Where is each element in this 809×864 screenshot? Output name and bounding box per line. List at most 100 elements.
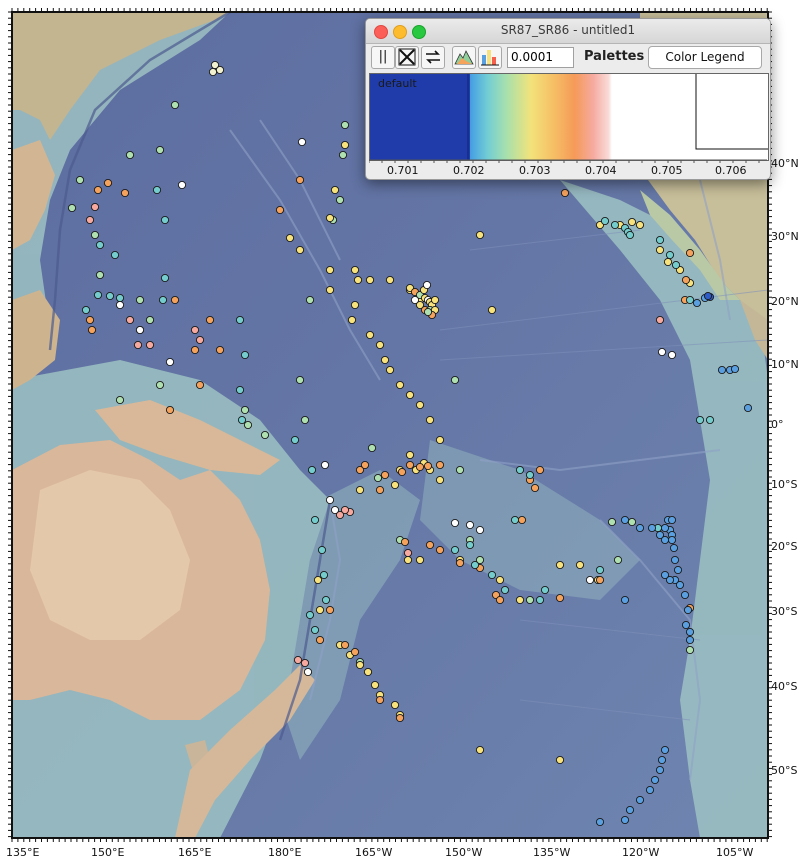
- sample-point[interactable]: [669, 543, 679, 553]
- sample-point[interactable]: [670, 555, 680, 565]
- sample-point[interactable]: [647, 523, 657, 533]
- sample-point[interactable]: [93, 290, 103, 300]
- sample-point[interactable]: [353, 275, 363, 285]
- sample-point[interactable]: [475, 525, 485, 535]
- sample-point[interactable]: [205, 315, 215, 325]
- sample-point[interactable]: [325, 265, 335, 275]
- sample-point[interactable]: [325, 213, 335, 223]
- sample-point[interactable]: [313, 575, 323, 585]
- color-legend-button[interactable]: Color Legend: [648, 46, 762, 69]
- sample-point[interactable]: [81, 305, 91, 315]
- sample-point[interactable]: [285, 233, 295, 243]
- sample-point[interactable]: [470, 560, 480, 570]
- sample-point[interactable]: [655, 765, 665, 775]
- sample-point[interactable]: [717, 365, 727, 375]
- sample-point[interactable]: [665, 250, 675, 260]
- sample-point[interactable]: [435, 545, 445, 555]
- sample-point[interactable]: [135, 295, 145, 305]
- sample-point[interactable]: [415, 462, 425, 472]
- sample-point[interactable]: [423, 307, 433, 317]
- sample-point[interactable]: [260, 430, 270, 440]
- sample-point[interactable]: [297, 137, 307, 147]
- sample-point[interactable]: [655, 315, 665, 325]
- sample-point[interactable]: [295, 175, 305, 185]
- sample-point[interactable]: [95, 270, 105, 280]
- sample-point[interactable]: [380, 470, 390, 480]
- sample-point[interactable]: [625, 230, 635, 240]
- sample-point[interactable]: [115, 293, 125, 303]
- sample-point[interactable]: [85, 315, 95, 325]
- sample-point[interactable]: [215, 345, 225, 355]
- sample-point[interactable]: [125, 150, 135, 160]
- sample-point[interactable]: [667, 535, 677, 545]
- sample-point[interactable]: [390, 480, 400, 490]
- range-value-input[interactable]: 0.0001: [507, 47, 574, 68]
- sample-point[interactable]: [350, 265, 360, 275]
- sample-point[interactable]: [375, 695, 385, 705]
- sample-point[interactable]: [703, 291, 713, 301]
- sample-point[interactable]: [165, 357, 175, 367]
- sample-point[interactable]: [430, 295, 440, 305]
- sample-point[interactable]: [680, 590, 690, 600]
- sample-point[interactable]: [635, 523, 645, 533]
- swap-icon[interactable]: [421, 46, 445, 69]
- sample-point[interactable]: [575, 560, 585, 570]
- sample-point[interactable]: [627, 517, 637, 527]
- sample-point[interactable]: [681, 275, 691, 285]
- sample-point[interactable]: [303, 667, 313, 677]
- sample-point[interactable]: [540, 585, 550, 595]
- sample-point[interactable]: [515, 595, 525, 605]
- sample-point[interactable]: [190, 325, 200, 335]
- sample-point[interactable]: [300, 658, 310, 668]
- sample-point[interactable]: [403, 548, 413, 558]
- sample-point[interactable]: [555, 560, 565, 570]
- sample-point[interactable]: [237, 415, 247, 425]
- sample-point[interactable]: [295, 245, 305, 255]
- sample-point[interactable]: [667, 515, 677, 525]
- sample-point[interactable]: [367, 443, 377, 453]
- sample-point[interactable]: [75, 175, 85, 185]
- sample-point[interactable]: [170, 295, 180, 305]
- sample-point[interactable]: [325, 605, 335, 615]
- sample-point[interactable]: [675, 580, 685, 590]
- sample-point[interactable]: [455, 558, 465, 568]
- sample-point[interactable]: [325, 285, 335, 295]
- sample-point[interactable]: [155, 380, 165, 390]
- sample-point[interactable]: [330, 185, 340, 195]
- sample-point[interactable]: [405, 460, 415, 470]
- sample-point[interactable]: [300, 415, 310, 425]
- sample-point[interactable]: [340, 120, 350, 130]
- palettes-menu[interactable]: Palettes: [584, 49, 644, 64]
- sample-point[interactable]: [310, 515, 320, 525]
- sample-point[interactable]: [620, 815, 630, 825]
- sample-point[interactable]: [525, 470, 535, 480]
- sample-point[interactable]: [655, 245, 665, 255]
- sample-point[interactable]: [487, 305, 497, 315]
- sample-point[interactable]: [319, 570, 329, 580]
- sample-point[interactable]: [685, 627, 695, 637]
- sample-point[interactable]: [683, 605, 693, 615]
- sample-point[interactable]: [133, 340, 143, 350]
- sample-point[interactable]: [95, 240, 105, 250]
- sample-point[interactable]: [385, 275, 395, 285]
- sample-point[interactable]: [125, 315, 135, 325]
- sample-point[interactable]: [120, 188, 130, 198]
- bar-chart-icon[interactable]: [478, 46, 502, 69]
- sample-point[interactable]: [660, 523, 670, 533]
- sample-point[interactable]: [425, 540, 435, 550]
- sample-point[interactable]: [370, 680, 380, 690]
- sample-point[interactable]: [305, 610, 315, 620]
- sample-point[interactable]: [240, 350, 250, 360]
- sample-point[interactable]: [315, 635, 325, 645]
- sample-point[interactable]: [450, 375, 460, 385]
- sample-point[interactable]: [67, 203, 77, 213]
- sample-point[interactable]: [465, 520, 475, 530]
- palette-window[interactable]: SR87_SR86 - untitled1 || 0.0001 Palettes…: [365, 18, 771, 180]
- sample-point[interactable]: [620, 515, 630, 525]
- sample-point[interactable]: [330, 505, 340, 515]
- sample-point[interactable]: [403, 555, 413, 565]
- sample-point[interactable]: [673, 565, 683, 575]
- sample-point[interactable]: [535, 595, 545, 605]
- sample-point[interactable]: [515, 465, 525, 475]
- sample-point[interactable]: [450, 545, 460, 555]
